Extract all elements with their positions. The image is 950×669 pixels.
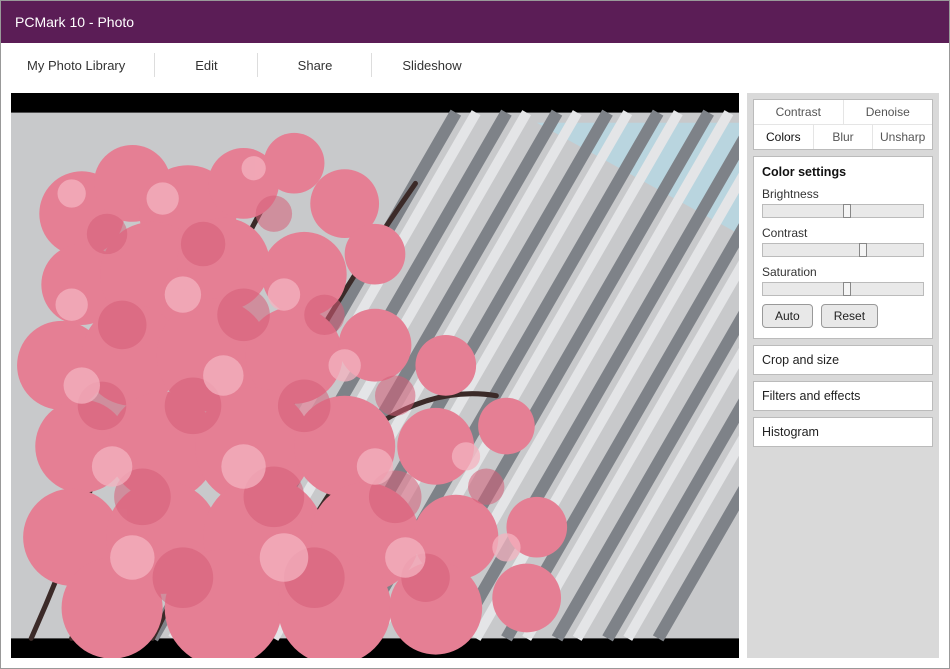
window-title: PCMark 10 - Photo [15, 14, 134, 30]
app-window: PCMark 10 - Photo My Photo Library Edit … [0, 0, 950, 669]
menu-edit[interactable]: Edit [155, 43, 257, 87]
brightness-label: Brightness [762, 187, 924, 201]
menu-share[interactable]: Share [258, 43, 373, 87]
tab-blur[interactable]: Blur [814, 125, 874, 149]
photo-canvas[interactable] [11, 93, 739, 658]
menu-slideshow[interactable]: Slideshow [372, 43, 491, 87]
tab-colors[interactable]: Colors [754, 125, 814, 149]
sidebar: Contrast Denoise Colors Blur Unsharp Col… [747, 93, 939, 658]
contrast-group: Contrast [762, 226, 924, 257]
menubar: My Photo Library Edit Share Slideshow [1, 43, 949, 87]
tab-unsharp[interactable]: Unsharp [873, 125, 932, 149]
saturation-label: Saturation [762, 265, 924, 279]
brightness-slider[interactable] [762, 204, 924, 218]
tab-contrast[interactable]: Contrast [754, 100, 844, 124]
saturation-slider[interactable] [762, 282, 924, 296]
panel-crop-and-size[interactable]: Crop and size [753, 345, 933, 375]
tab-denoise[interactable]: Denoise [844, 100, 933, 124]
color-settings-panel: Color settings Brightness Contrast Satur… [753, 156, 933, 339]
titlebar: PCMark 10 - Photo [1, 1, 949, 43]
saturation-thumb[interactable] [843, 282, 851, 296]
auto-button[interactable]: Auto [762, 304, 813, 328]
panel-histogram[interactable]: Histogram [753, 417, 933, 447]
adjustment-tabs: Contrast Denoise Colors Blur Unsharp [753, 99, 933, 150]
panel-filters-and-effects[interactable]: Filters and effects [753, 381, 933, 411]
menu-my-photo-library[interactable]: My Photo Library [19, 43, 155, 87]
content-area: Contrast Denoise Colors Blur Unsharp Col… [1, 87, 949, 668]
brightness-thumb[interactable] [843, 204, 851, 218]
photo-image [11, 93, 739, 658]
settings-title: Color settings [762, 165, 924, 179]
contrast-label: Contrast [762, 226, 924, 240]
reset-button[interactable]: Reset [821, 304, 878, 328]
contrast-thumb[interactable] [859, 243, 867, 257]
saturation-group: Saturation [762, 265, 924, 296]
contrast-slider[interactable] [762, 243, 924, 257]
brightness-group: Brightness [762, 187, 924, 218]
